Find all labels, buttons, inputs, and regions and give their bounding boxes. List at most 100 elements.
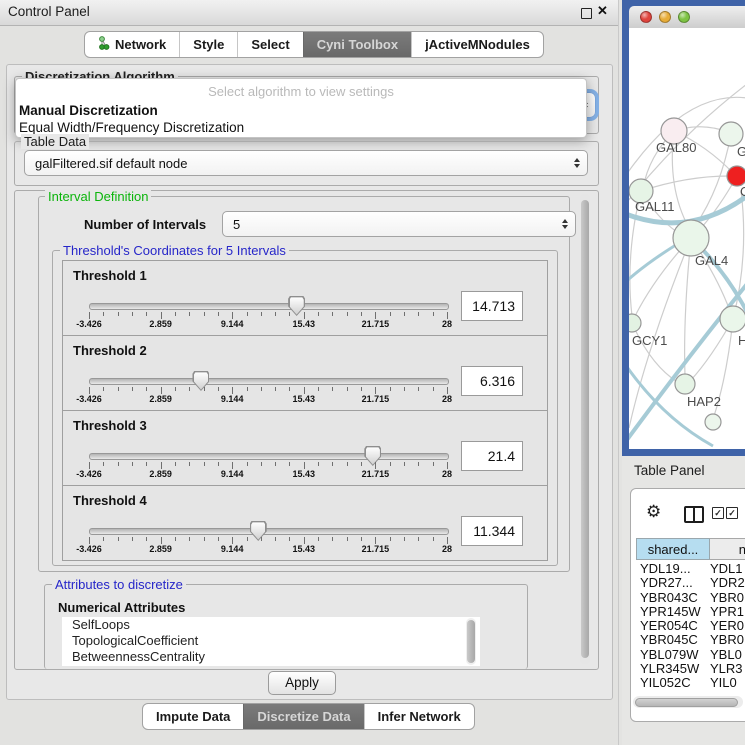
tick-mark [289, 462, 290, 466]
table-row[interactable]: YDL19...YDL1 [634, 562, 745, 576]
tick-mark [304, 462, 305, 469]
table-row[interactable]: YLR345WYLR3 [634, 662, 745, 676]
mac-zoom-button[interactable] [678, 11, 690, 23]
column-header-name[interactable]: n [710, 538, 745, 560]
network-edge[interactable] [632, 323, 679, 383]
scale-label: 9.144 [221, 544, 244, 554]
network-node-label: GAL4 [695, 253, 728, 268]
threshold-slider[interactable] [89, 528, 449, 535]
tab-style[interactable]: Style [179, 32, 237, 57]
table-row[interactable]: YDR27...YDR2 [634, 576, 745, 590]
mac-close-button[interactable] [640, 11, 652, 23]
tick-mark [447, 462, 448, 469]
tick-mark [404, 312, 405, 316]
algorithm-option[interactable]: Manual Discretization [19, 103, 158, 118]
cell-name: YBR0 [706, 633, 744, 647]
tick-mark [89, 537, 90, 544]
scale-label: 21.715 [362, 319, 390, 329]
network-node[interactable] [705, 414, 721, 430]
table-row[interactable]: YBR045CYBR0 [634, 633, 745, 647]
network-node-gcy1[interactable] [629, 314, 641, 332]
tick-mark [304, 387, 305, 394]
table-row[interactable]: YER054CYER0 [634, 619, 745, 633]
mac-minimize-button[interactable] [659, 11, 671, 23]
slider-scale-labels: -3.4262.8599.14415.4321.71528 [89, 544, 447, 554]
scale-label: 15.43 [293, 544, 316, 554]
close-icon[interactable]: ✕ [597, 3, 608, 19]
attribute-list-item[interactable]: TopologicalCoefficient [62, 633, 480, 649]
column-header-shared-name[interactable]: shared... [636, 538, 710, 560]
scale-label: 2.859 [149, 469, 172, 479]
attribute-list-item[interactable]: SelfLoops [62, 617, 480, 633]
threshold-value-input[interactable]: 11.344 [461, 516, 523, 546]
network-node-gal4[interactable] [673, 220, 709, 256]
number-of-intervals-select[interactable]: 5 [222, 211, 576, 237]
network-node-hap2[interactable] [675, 374, 695, 394]
algorithm-option[interactable]: Equal Width/Frequency Discretization [19, 120, 244, 135]
threshold-value-input[interactable]: 21.4 [461, 441, 523, 471]
attributes-group-title: Attributes to discretize [52, 577, 186, 592]
tick-mark [132, 387, 133, 391]
tick-mark [390, 537, 391, 541]
tick-mark [332, 537, 333, 541]
threshold-value-input[interactable]: 14.713 [461, 291, 523, 321]
threshold-value-input[interactable]: 6.316 [461, 366, 523, 396]
cell-shared-name: YIL052C [634, 676, 706, 689]
tab-cyni-toolbox[interactable]: Cyni Toolbox [303, 32, 411, 57]
algorithm-placeholder-option[interactable]: Select algorithm to view settings [16, 84, 586, 99]
tick-mark [103, 537, 104, 541]
threshold-label: Threshold 2 [73, 343, 147, 358]
network-view[interactable]: GAL80GCGAL11GAL4GCY1HHAP2 [629, 28, 745, 449]
scale-label: 21.715 [362, 544, 390, 554]
tab-discretize-data[interactable]: Discretize Data [243, 704, 363, 729]
threshold-slider[interactable] [89, 303, 449, 310]
tick-mark [232, 387, 233, 394]
attribute-list-item[interactable]: BetweennessCentrality [62, 649, 480, 665]
split-columns-icon[interactable] [684, 506, 704, 523]
float-window-icon[interactable] [581, 8, 592, 19]
tab-infer-network[interactable]: Infer Network [364, 704, 474, 729]
stepper-icon[interactable] [574, 158, 580, 168]
network-node-h[interactable] [720, 306, 745, 332]
tab-select[interactable]: Select [237, 32, 302, 57]
tick-mark [261, 387, 262, 391]
table-row[interactable]: YPR145WYPR1 [634, 605, 745, 619]
checkbox-icon[interactable]: ✓ [712, 507, 724, 519]
tick-mark [404, 462, 405, 466]
apply-button[interactable]: Apply [268, 671, 336, 695]
checkbox-icon[interactable]: ✓ [726, 507, 738, 519]
tab-impute-data[interactable]: Impute Data [143, 704, 243, 729]
network-node-label: G [737, 144, 745, 159]
cell-name: YER0 [706, 619, 744, 633]
tab-label: Select [251, 37, 289, 52]
attributes-scrollbar-thumb[interactable] [467, 620, 475, 663]
settings-scrollbar-thumb[interactable] [581, 200, 589, 658]
tick-mark [275, 387, 276, 391]
tick-mark [447, 312, 448, 319]
tab-jactivemnodules[interactable]: jActiveMNodules [411, 32, 543, 57]
table-data-select[interactable]: galFiltered.sif default node [24, 150, 588, 176]
tick-mark [390, 312, 391, 316]
table-hscrollbar-thumb[interactable] [635, 698, 738, 707]
threshold-panel: Threshold 1 -3.4262.8599.14415.4321.7152… [62, 260, 548, 336]
network-canvas[interactable]: GAL80GCGAL11GAL4GCY1HHAP2 [629, 28, 745, 449]
network-edge[interactable] [641, 176, 729, 191]
tick-mark [161, 462, 162, 469]
network-edge[interactable] [695, 134, 731, 226]
network-node-g[interactable] [719, 122, 743, 146]
threshold-slider[interactable] [89, 378, 449, 385]
tab-network[interactable]: Network [85, 32, 179, 57]
tick-mark [332, 462, 333, 466]
tick-mark [390, 387, 391, 391]
stepper-icon[interactable] [562, 219, 568, 229]
cell-name: YIL0 [706, 676, 737, 689]
table-row[interactable]: YIL052CYIL0 [634, 676, 745, 689]
table-row[interactable]: YBL079WYBL0 [634, 648, 745, 662]
thresholds-group-title: Threshold's Coordinates for 5 Intervals [60, 243, 289, 258]
network-node-c[interactable] [727, 166, 745, 186]
gear-icon[interactable]: ⚙ [646, 502, 661, 522]
tick-mark [404, 537, 405, 541]
tick-mark [275, 312, 276, 316]
table-row[interactable]: YBR043CYBR0 [634, 591, 745, 605]
threshold-slider[interactable] [89, 453, 449, 460]
